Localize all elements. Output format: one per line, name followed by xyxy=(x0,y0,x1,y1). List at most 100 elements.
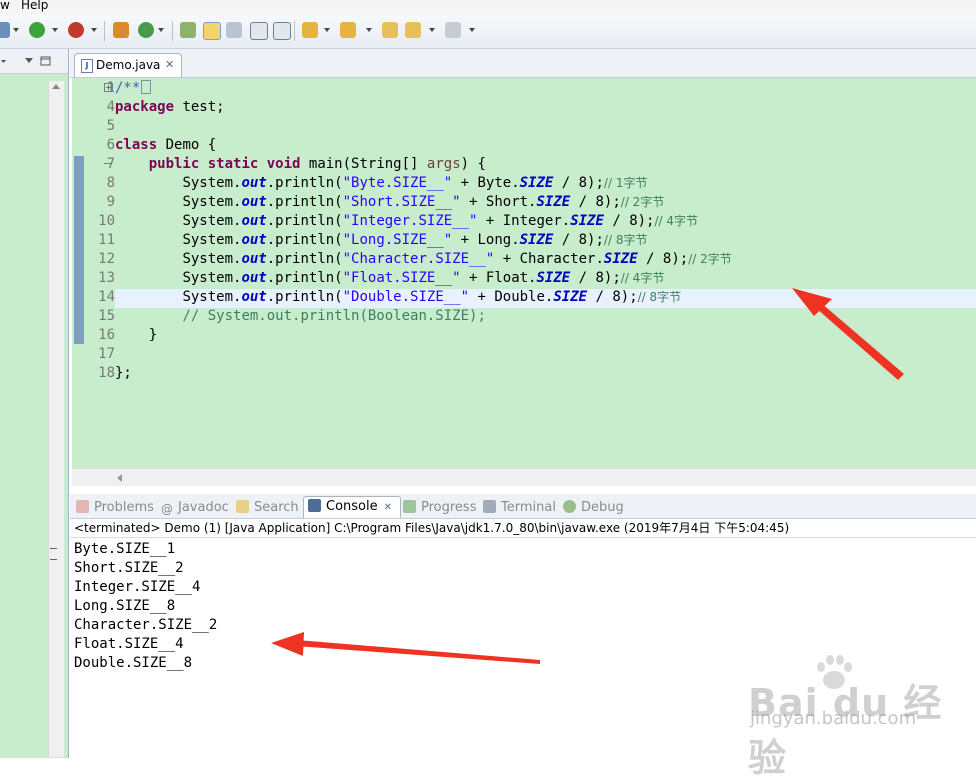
toolbar-separator xyxy=(172,21,173,41)
line-number: 15 xyxy=(98,308,115,324)
collapse-fold-icon[interactable] xyxy=(104,163,111,164)
toolbar-separator xyxy=(294,21,295,41)
progress-icon xyxy=(403,500,416,513)
line-number: 8 xyxy=(106,175,115,191)
view-menu-icon[interactable] xyxy=(0,49,68,73)
code-line: System.out.println("Short.SIZE__" + Shor… xyxy=(182,194,665,210)
watermark: Bai du 经验 jingyan.baidu.com xyxy=(748,652,968,780)
line-number: 5 xyxy=(106,118,115,134)
code-line: System.out.println("Byte.SIZE__" + Byte.… xyxy=(182,175,648,191)
tab-console[interactable]: Console ✕ xyxy=(303,496,401,518)
chevron-down-icon[interactable] xyxy=(158,28,164,32)
vertical-scrollbar[interactable] xyxy=(48,81,64,757)
line-number: 9 xyxy=(106,194,115,210)
code-line: System.out.println("Integer.SIZE__" + In… xyxy=(182,213,699,229)
tab-terminal[interactable]: Terminal xyxy=(483,498,556,517)
open-type-icon[interactable] xyxy=(180,22,196,38)
back-icon[interactable] xyxy=(405,22,421,38)
chevron-down-icon[interactable] xyxy=(324,28,330,32)
paragraph-icon[interactable] xyxy=(273,22,291,40)
line-number: 6 xyxy=(106,137,115,153)
line-number: 10 xyxy=(98,213,115,229)
watermark-url: jingyan.baidu.com xyxy=(750,708,917,729)
tab-debug[interactable]: Debug xyxy=(563,498,624,517)
line-number: 7 xyxy=(106,156,115,172)
code-line: }; xyxy=(115,365,132,381)
package-explorer-panel xyxy=(0,49,69,758)
code-line: } xyxy=(148,327,158,343)
console-line: Float.SIZE__4 xyxy=(74,636,184,652)
console-line: Long.SIZE__8 xyxy=(74,598,176,614)
menu-window[interactable]: w xyxy=(0,0,10,11)
chevron-down-icon[interactable] xyxy=(366,28,372,32)
line-number: 14 xyxy=(98,289,115,305)
open-task-icon[interactable] xyxy=(226,22,242,38)
code-line: System.out.println("Float.SIZE__" + Floa… xyxy=(182,270,665,286)
code-line: System.out.println("Long.SIZE__" + Long.… xyxy=(182,232,648,248)
document-icon[interactable] xyxy=(250,22,268,40)
change-marker xyxy=(74,156,84,344)
console-line: Integer.SIZE__4 xyxy=(74,579,201,595)
chevron-down-icon[interactable] xyxy=(52,28,58,32)
build-icon[interactable] xyxy=(113,22,129,38)
console-line: Short.SIZE__2 xyxy=(74,560,184,576)
tab-demo-java[interactable]: J Demo.java ✕ xyxy=(74,53,182,77)
chevron-down-icon[interactable] xyxy=(469,28,475,32)
code-line: class Demo { xyxy=(115,137,217,153)
debug-icon[interactable] xyxy=(68,22,84,38)
console-icon xyxy=(308,499,321,512)
scroll-left-icon[interactable] xyxy=(117,474,122,482)
new-icon[interactable] xyxy=(0,22,10,38)
line-number: 11 xyxy=(98,232,115,248)
refresh-icon[interactable] xyxy=(138,22,154,38)
toolbar-separator xyxy=(104,21,105,41)
code-line: /** xyxy=(115,79,152,98)
toolbar xyxy=(0,14,976,49)
line-number: 17 xyxy=(98,346,115,362)
console-line: Byte.SIZE__1 xyxy=(74,541,176,557)
sash-handle[interactable] xyxy=(50,548,57,560)
line-number: 12 xyxy=(98,251,115,267)
expand-fold-icon[interactable]: + xyxy=(104,83,113,92)
code-line: System.out.println("Character.SIZE__" + … xyxy=(182,251,732,267)
line-number-gutter: 1 4 5 6 7 8 9 10 11 12 13 14 15 16 17 18 xyxy=(85,78,115,468)
chevron-down-icon[interactable] xyxy=(91,28,97,32)
tab-problems[interactable]: Problems xyxy=(76,498,154,517)
terminal-icon xyxy=(483,500,496,513)
horizontal-scrollbar[interactable] xyxy=(72,468,976,486)
line-number: 16 xyxy=(98,327,115,343)
line-number: 18 xyxy=(98,365,115,381)
toggle-mark-icon[interactable] xyxy=(203,22,221,40)
prev-annotation-icon[interactable] xyxy=(340,22,356,38)
console-line: Character.SIZE__2 xyxy=(74,617,218,633)
at-icon: @ xyxy=(161,502,173,516)
search-icon xyxy=(236,500,249,513)
editor-tab-bar: J Demo.java ✕ xyxy=(70,49,976,78)
overview-ruler xyxy=(72,78,85,468)
menu-help[interactable]: Help xyxy=(21,0,48,11)
chevron-down-icon[interactable] xyxy=(13,28,19,32)
code-editor[interactable]: 1 4 5 6 7 8 9 10 11 12 13 14 15 16 17 18… xyxy=(72,78,976,468)
tab-search[interactable]: Search xyxy=(236,498,299,517)
last-edit-icon[interactable] xyxy=(382,22,398,38)
run-icon[interactable] xyxy=(29,22,45,38)
scroll-up-icon[interactable] xyxy=(52,84,60,89)
line-number: 13 xyxy=(98,270,115,286)
panel-header xyxy=(0,49,68,74)
close-icon[interactable]: ✕ xyxy=(165,54,174,76)
next-annotation-icon[interactable] xyxy=(302,22,318,38)
code-line: public static void main(String[] args) { xyxy=(148,156,486,172)
chevron-down-icon[interactable] xyxy=(429,28,435,32)
console-line: Double.SIZE__8 xyxy=(74,655,193,671)
tab-javadoc[interactable]: @ Javadoc xyxy=(161,498,229,517)
forward-icon[interactable] xyxy=(445,22,461,38)
line-number: 4 xyxy=(106,99,115,115)
tab-progress[interactable]: Progress xyxy=(403,498,476,517)
problems-icon xyxy=(76,500,89,513)
tab-label: Demo.java xyxy=(96,58,161,72)
close-icon[interactable]: ✕ xyxy=(384,502,392,513)
console-tab-bar: Problems @ Javadoc Search Console ✕ Progre… xyxy=(70,494,976,519)
code-line: // System.out.println(Boolean.SIZE); xyxy=(182,308,486,324)
menu-bar: w Help xyxy=(0,0,976,14)
code-line: package test; xyxy=(115,99,225,115)
